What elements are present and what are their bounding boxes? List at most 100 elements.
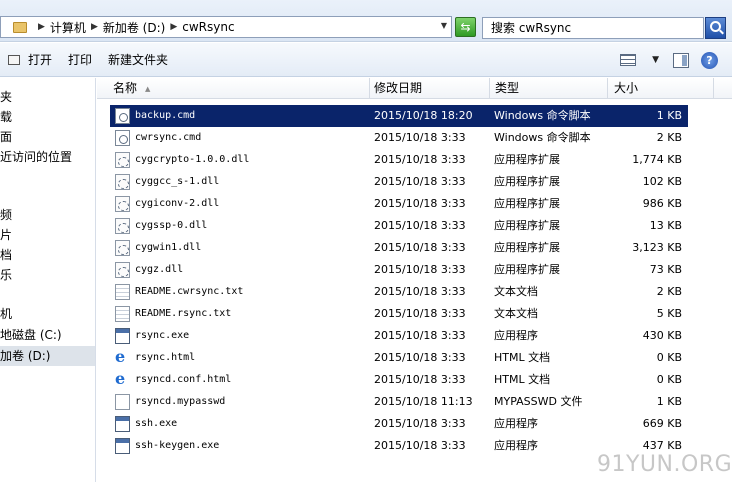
open-icon	[8, 54, 20, 65]
address-bar-row: ▶ 计算机 ▶ 新加卷 (D:) ▶ cwRsync ▼ ⇆ 搜索 cwRsyn…	[0, 0, 732, 42]
file-size: 0 KB	[656, 351, 682, 364]
breadcrumb-drive[interactable]: 新加卷 (D:)	[103, 19, 165, 36]
file-row[interactable]: rsyncd.conf.html 2015/10/18 3:33 HTML 文档 0 …	[110, 369, 688, 391]
file-date: 2015/10/18 3:33	[374, 307, 466, 320]
nav-item[interactable]: 档	[0, 245, 12, 265]
file-date: 2015/10/18 3:33	[374, 285, 466, 298]
exe-file-icon	[115, 416, 130, 432]
file-row[interactable]: cygwin1.dll 2015/10/18 3:33 应用程序扩展 3,123 KB	[110, 237, 688, 259]
file-size: 102 KB	[642, 175, 682, 188]
preview-pane-icon[interactable]	[673, 52, 689, 68]
file-row[interactable]: cygssp-0.dll 2015/10/18 3:33 应用程序扩展 13 KB	[110, 215, 688, 237]
file-size: 1 KB	[656, 109, 682, 122]
new-folder-button[interactable]: 新建文件夹	[100, 47, 176, 73]
file-row[interactable]: cyggcc_s-1.dll 2015/10/18 3:33 应用程序扩展 102 K…	[110, 171, 688, 193]
file-size: 73 KB	[649, 263, 682, 276]
file-row[interactable]: cygcrypto-1.0.0.dll 2015/10/18 3:33 应用程序扩展…	[110, 149, 688, 171]
file-type: 应用程序	[494, 439, 538, 452]
open-button[interactable]: 打开	[0, 47, 60, 73]
file-type: 应用程序	[494, 329, 538, 342]
column-header-date[interactable]: 修改日期	[370, 78, 490, 99]
file-size: 1 KB	[656, 395, 682, 408]
file-name: cygwin1.dll	[135, 242, 202, 253]
file-date: 2015/10/18 3:33	[374, 175, 466, 188]
nav-item[interactable]: 机	[0, 304, 12, 324]
chevron-down-icon[interactable]: ▼	[652, 55, 659, 65]
file-type: MYPASSWD 文件	[494, 395, 583, 408]
nav-item[interactable]: 载	[0, 107, 12, 127]
dll-file-icon	[115, 196, 130, 212]
breadcrumb-folder[interactable]: cwRsync	[182, 20, 234, 34]
new-folder-label: 新建文件夹	[108, 53, 169, 67]
print-button[interactable]: 打印	[60, 47, 100, 73]
cmd-file-icon	[115, 130, 130, 146]
refresh-button[interactable]: ⇆	[455, 17, 476, 37]
nav-item[interactable]: 夹	[0, 87, 12, 107]
file-size: 5 KB	[656, 307, 682, 320]
file-name: cygssp-0.dll	[135, 220, 208, 231]
search-input[interactable]: 搜索 cwRsync	[482, 17, 704, 39]
search-button[interactable]	[705, 17, 726, 39]
folder-icon	[13, 21, 27, 33]
file-type: HTML 文档	[494, 351, 551, 364]
file-name: cygz.dll	[135, 264, 184, 275]
toolbar-right: ▼ ?	[620, 43, 732, 77]
column-headers: 名称 ▲ 修改日期 类型 大小	[97, 78, 732, 99]
file-row[interactable]: rsync.html 2015/10/18 3:33 HTML 文档 0 KB	[110, 347, 688, 369]
file-date: 2015/10/18 11:13	[374, 395, 473, 408]
column-header-name[interactable]: 名称 ▲	[97, 78, 370, 99]
file-name: backup.cmd	[135, 110, 196, 121]
file-date: 2015/10/18 3:33	[374, 373, 466, 386]
file-row[interactable]: rsync.exe 2015/10/18 3:33 应用程序 430 KB	[110, 325, 688, 347]
file-row[interactable]: rsyncd.mypasswd 2015/10/18 11:13 MYPASSWD …	[110, 391, 688, 413]
help-icon[interactable]: ?	[701, 51, 718, 69]
file-size: 430 KB	[642, 329, 682, 342]
file-row[interactable]: README.cwrsync.txt 2015/10/18 3:33 文本文档 2 K…	[110, 281, 688, 303]
dll-file-icon	[115, 174, 130, 190]
html-file-icon	[115, 369, 130, 388]
breadcrumb-computer[interactable]: 计算机	[50, 19, 86, 36]
nav-item[interactable]: 频	[0, 205, 12, 225]
chevron-down-icon[interactable]: ▼	[441, 21, 447, 30]
file-type: 文本文档	[494, 285, 538, 298]
file-date: 2015/10/18 3:33	[374, 197, 466, 210]
view-options-icon[interactable]	[620, 54, 637, 66]
file-name: rsync.html	[135, 352, 196, 363]
nav-item[interactable]: 面	[0, 127, 12, 147]
file-name: README.cwrsync.txt	[135, 286, 244, 297]
file-date: 2015/10/18 3:33	[374, 351, 466, 364]
column-header-name-label: 名称	[113, 81, 138, 95]
chevron-right-icon[interactable]: ▶	[170, 22, 177, 32]
file-type: 文本文档	[494, 307, 538, 320]
file-row[interactable]: README.rsync.txt 2015/10/18 3:33 文本文档 5 KB	[110, 303, 688, 325]
file-row[interactable]: ssh.exe 2015/10/18 3:33 应用程序 669 KB	[110, 413, 688, 435]
file-name: rsyncd.mypasswd	[135, 396, 226, 407]
file-name: README.rsync.txt	[135, 308, 232, 319]
file-row[interactable]: cygiconv-2.dll 2015/10/18 3:33 应用程序扩展 986 K…	[110, 193, 688, 215]
file-row[interactable]: backup.cmd 2015/10/18 18:20 Windows 命令脚本 1 …	[110, 105, 688, 127]
toolbar: 打开 打印 新建文件夹 ▼ ?	[0, 43, 732, 77]
refresh-icon: ⇆	[460, 20, 471, 34]
chevron-right-icon[interactable]: ▶	[91, 22, 98, 32]
file-row[interactable]: cwrsync.cmd 2015/10/18 3:33 Windows 命令脚本 2 …	[110, 127, 688, 149]
navigation-pane: 夹载面近访问的位置频片档乐机地磁盘 (C:) 加卷 (D:)	[0, 78, 96, 482]
nav-item[interactable]: 加卷 (D:)	[0, 346, 95, 366]
file-file-icon	[115, 394, 130, 410]
address-bar[interactable]: ▶ 计算机 ▶ 新加卷 (D:) ▶ cwRsync ▼	[0, 16, 452, 38]
file-date: 2015/10/18 3:33	[374, 263, 466, 276]
txt-file-icon	[115, 306, 130, 322]
nav-item[interactable]: 地磁盘 (C:)	[0, 325, 62, 345]
chevron-right-icon[interactable]: ▶	[38, 22, 45, 32]
nav-item[interactable]: 乐	[0, 265, 12, 285]
file-type: Windows 命令脚本	[494, 131, 591, 144]
column-header-size[interactable]: 大小	[608, 78, 714, 99]
sort-ascending-icon: ▲	[145, 85, 151, 93]
dll-file-icon	[115, 240, 130, 256]
column-header-type[interactable]: 类型	[490, 78, 608, 99]
column-header-size-label: 大小	[614, 81, 639, 95]
file-date: 2015/10/18 18:20	[374, 109, 473, 122]
file-row[interactable]: cygz.dll 2015/10/18 3:33 应用程序扩展 73 KB	[110, 259, 688, 281]
nav-item[interactable]: 片	[0, 225, 12, 245]
file-name: rsync.exe	[135, 330, 190, 341]
nav-item[interactable]: 近访问的位置	[0, 147, 72, 167]
